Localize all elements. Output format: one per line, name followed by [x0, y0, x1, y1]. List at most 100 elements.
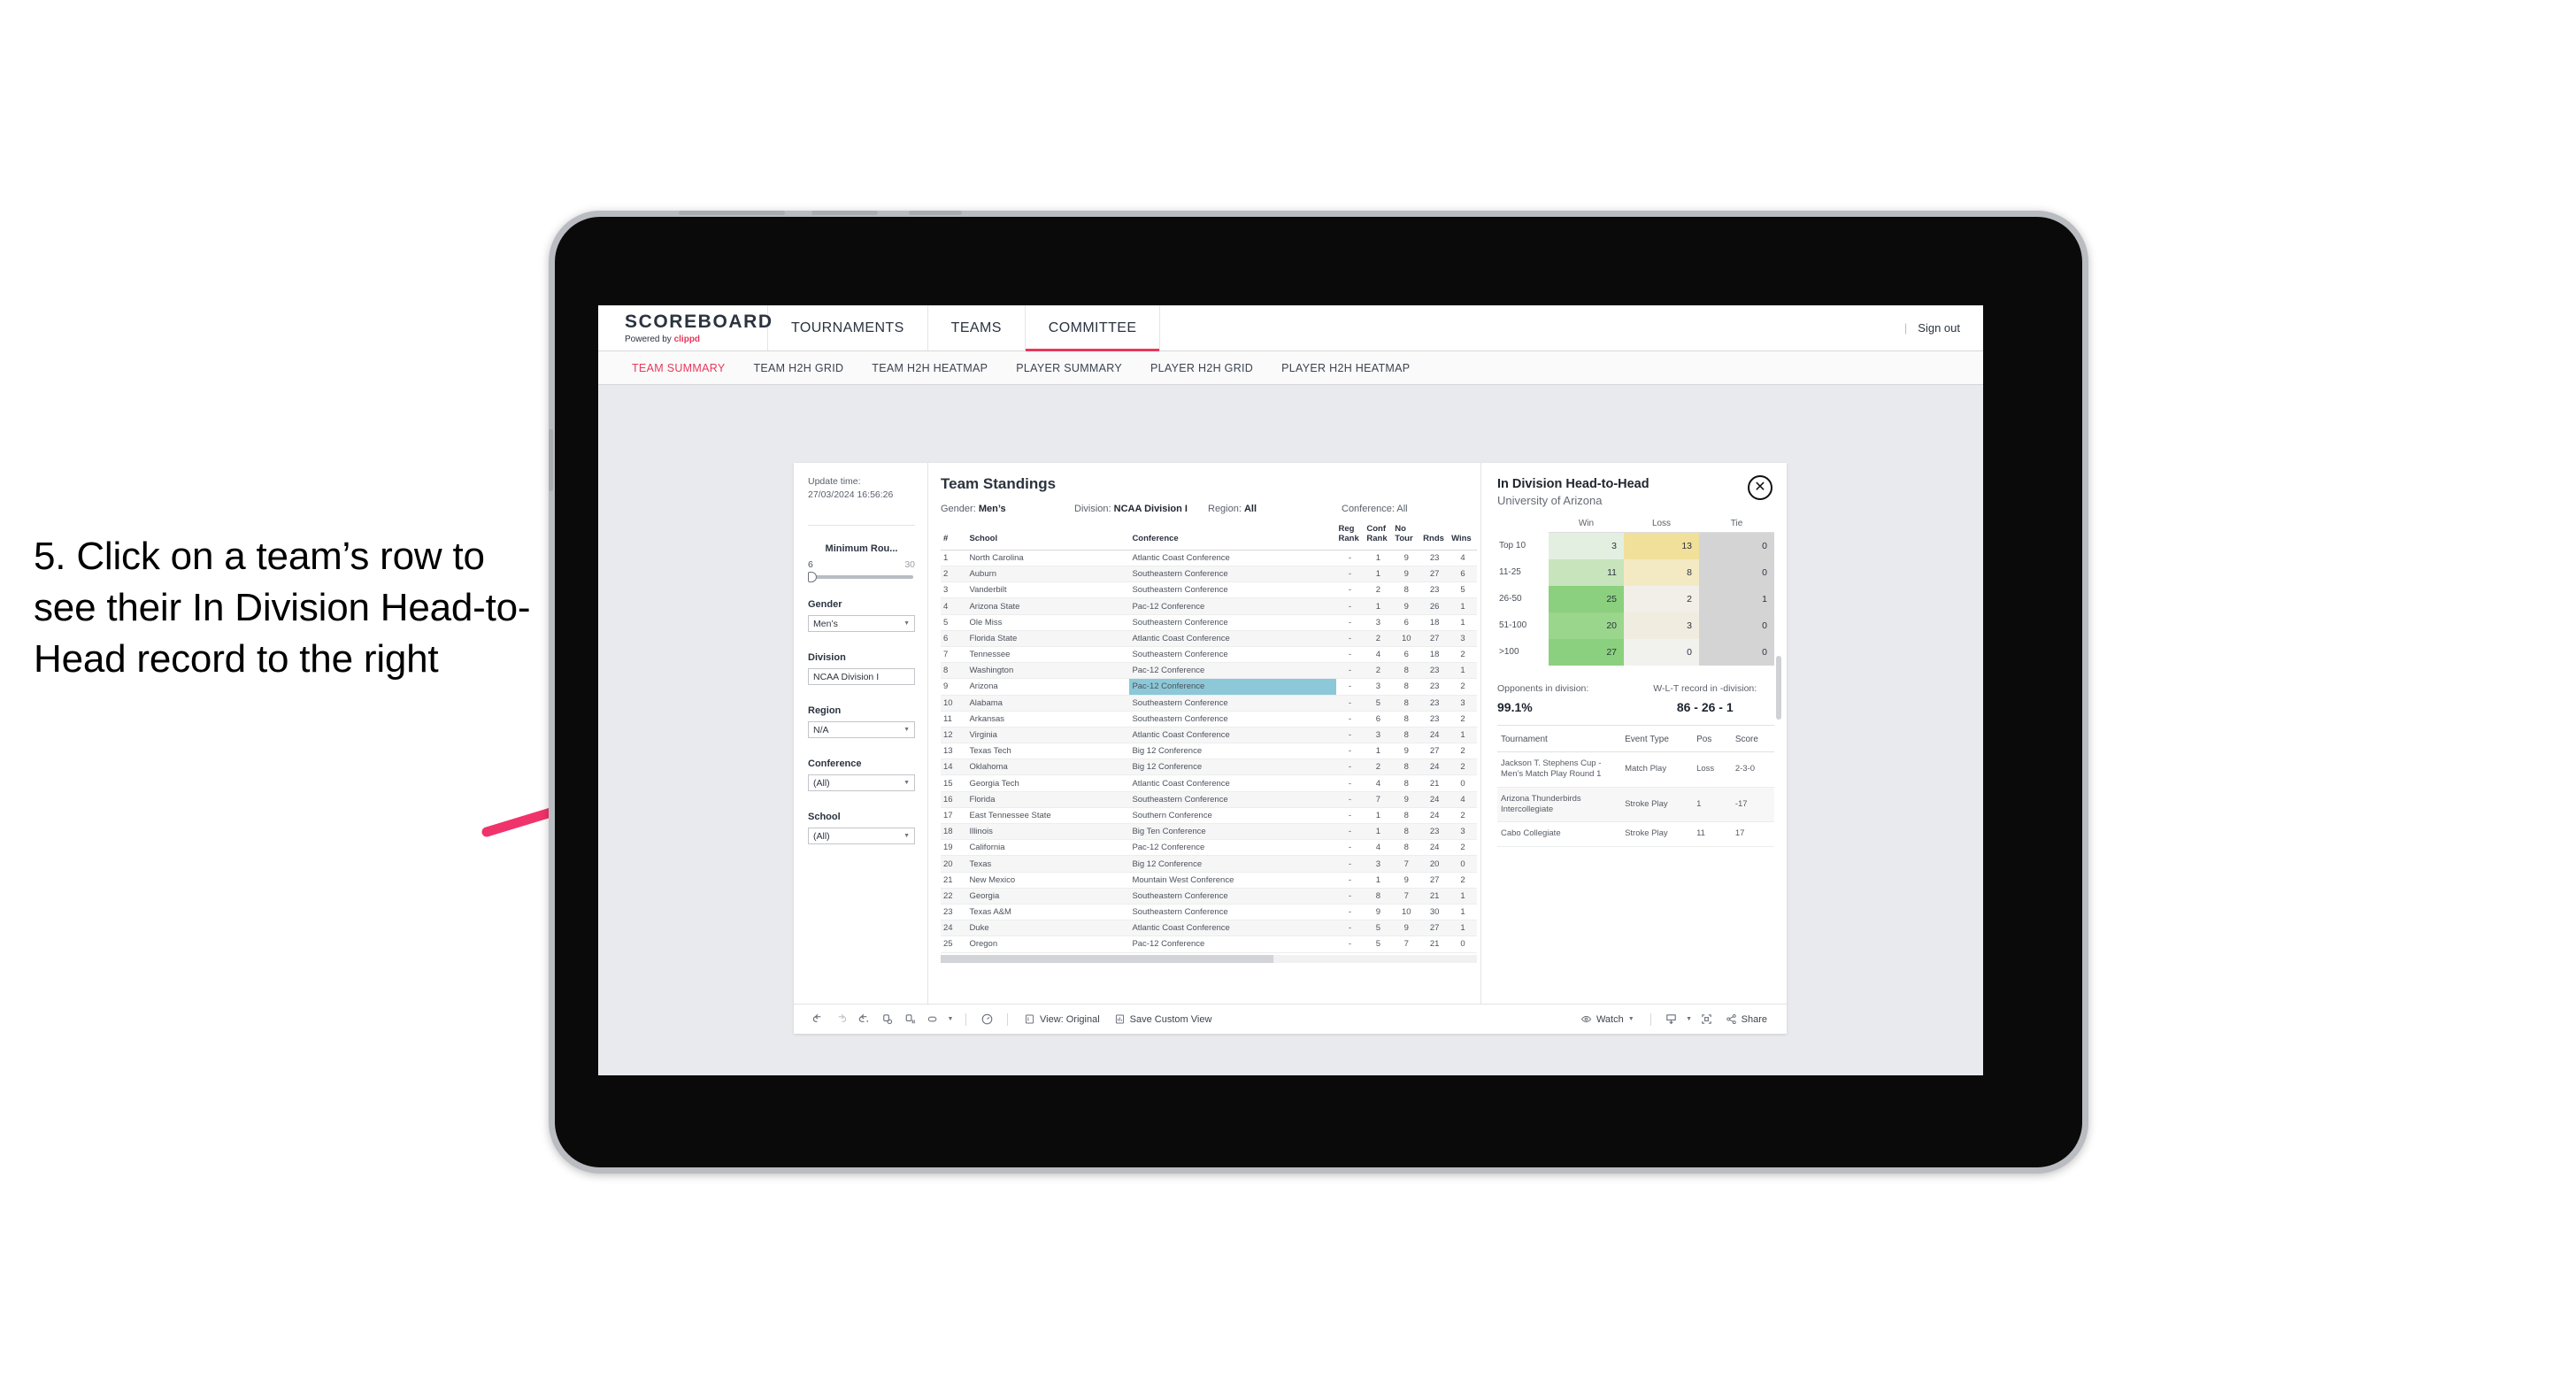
slider-handle[interactable] — [808, 572, 817, 583]
heatmap-cell-loss[interactable]: 0 — [1624, 638, 1699, 666]
subnav-player-h2h-heatmap[interactable]: PLAYER H2H HEATMAP — [1267, 362, 1424, 374]
heatmap-cell-tie[interactable]: 0 — [1699, 612, 1774, 639]
col-wins[interactable]: Wins — [1449, 523, 1477, 551]
undo-icon[interactable] — [806, 1008, 829, 1031]
cell-conf-rank: 4 — [1364, 839, 1393, 857]
heatmap-cell-win[interactable]: 11 — [1549, 558, 1624, 586]
heatmap-cell-tie[interactable]: 0 — [1699, 558, 1774, 586]
refresh-data-icon[interactable] — [875, 1008, 898, 1031]
tournament-row[interactable]: Cabo Collegiate Stroke Play 11 17 — [1497, 821, 1774, 847]
heatmap-cell-loss[interactable]: 13 — [1624, 532, 1699, 559]
col-school[interactable]: School — [966, 523, 1130, 551]
col-rank[interactable]: # — [941, 523, 967, 551]
table-row[interactable]: 8 Washington Pac-12 Conference -2 8 23 1 — [941, 662, 1477, 680]
nav-item-committee[interactable]: COMMITTEE — [1025, 305, 1161, 351]
subnav-player-h2h-grid[interactable]: PLAYER H2H GRID — [1136, 362, 1267, 374]
pause-updates-icon[interactable] — [898, 1008, 921, 1031]
table-row[interactable]: 6 Florida State Atlantic Coast Conference -… — [941, 630, 1477, 647]
tournament-row[interactable]: Arizona Thunderbirds Intercollegiate Stro… — [1497, 787, 1774, 823]
table-row[interactable]: 18 Illinois Big Ten Conference -1 8 23 3 — [941, 823, 1477, 841]
cell-school: Texas A&M — [966, 904, 1130, 921]
gender-select[interactable]: Men’s ▼ — [808, 615, 915, 633]
scrollbar-thumb[interactable] — [941, 954, 1273, 963]
subnav-player-summary[interactable]: PLAYER SUMMARY — [1002, 362, 1136, 374]
heatmap-cell-win[interactable]: 25 — [1549, 585, 1624, 612]
subnav-team-h2h-heatmap[interactable]: TEAM H2H HEATMAP — [857, 362, 1002, 374]
table-row[interactable]: 23 Texas A&M Southeastern Conference -9 10 30… — [941, 904, 1477, 921]
heatmap-cell-win[interactable]: 27 — [1549, 638, 1624, 666]
table-row[interactable]: 5 Ole Miss Southeastern Conference -3 6 18 1 — [941, 614, 1477, 631]
subnav-team-summary[interactable]: TEAM SUMMARY — [618, 362, 739, 374]
table-row[interactable]: 4 Arizona State Pac-12 Conference -1 9 26 1 — [941, 597, 1477, 615]
region-select[interactable]: N/A ▼ — [808, 721, 915, 739]
brand-logo[interactable]: SCOREBOARD Powered by clippd — [598, 305, 772, 350]
save-custom-view-button[interactable]: Save Custom View — [1107, 1013, 1219, 1025]
col-conference[interactable]: Conference — [1129, 523, 1336, 551]
division-select[interactable]: NCAA Division I — [808, 668, 915, 686]
table-row[interactable]: 22 Georgia Southeastern Conference -8 7 21 1 — [941, 888, 1477, 905]
table-row[interactable]: 10 Alabama Southeastern Conference -5 8 23 3 — [941, 695, 1477, 712]
vertical-scrollbar[interactable] — [1776, 656, 1781, 720]
close-icon[interactable]: ✕ — [1748, 475, 1772, 500]
table-row[interactable]: 17 East Tennessee State Southern Conferenc… — [941, 807, 1477, 825]
table-row[interactable]: 19 California Pac-12 Conference -4 8 24 2 — [941, 839, 1477, 857]
table-row[interactable]: 9 Arizona Pac-12 Conference -3 8 23 2 — [941, 678, 1477, 696]
col-reg-rank[interactable]: Reg Rank — [1335, 523, 1365, 551]
conference-select[interactable]: (All) ▼ — [808, 774, 915, 792]
cell-no-tour: 8 — [1392, 774, 1421, 792]
heatmap-cell-tie[interactable]: 1 — [1699, 585, 1774, 612]
cell-pos: 11 — [1693, 821, 1732, 847]
device-preview-icon[interactable] — [975, 1008, 998, 1031]
redo-icon[interactable] — [829, 1008, 852, 1031]
highlight-icon[interactable] — [921, 1008, 944, 1031]
heatmap-cell-loss[interactable]: 2 — [1624, 585, 1699, 612]
revert-icon[interactable] — [852, 1008, 875, 1031]
heatmap-cell-tie[interactable]: 0 — [1699, 638, 1774, 666]
cell-conf-rank: 2 — [1364, 581, 1393, 599]
cell-wins: 2 — [1449, 678, 1477, 696]
table-row[interactable]: 13 Texas Tech Big 12 Conference -1 9 27 2 — [941, 743, 1477, 760]
col-tournament: Tournament — [1497, 725, 1622, 752]
heatmap-cell-win[interactable]: 3 — [1549, 532, 1624, 559]
tournament-row[interactable]: Jackson T. Stephens Cup - Men’s Match Pl… — [1497, 751, 1774, 788]
heatmap-cell-win[interactable]: 20 — [1549, 612, 1624, 639]
watch-button[interactable]: Watch ▼ — [1573, 1013, 1642, 1025]
download-dropdown-caret-icon[interactable]: ▼ — [1683, 1008, 1696, 1031]
table-row[interactable]: 3 Vanderbilt Southeastern Conference -2 8 23 5 — [941, 581, 1477, 599]
cell-rank: 5 — [941, 614, 967, 631]
heatmap-cell-loss[interactable]: 3 — [1624, 612, 1699, 639]
table-row[interactable]: 11 Arkansas Southeastern Conference -6 8 23 2 — [941, 711, 1477, 728]
school-select[interactable]: (All) ▼ — [808, 828, 915, 845]
cell-reg-rank: - — [1335, 839, 1365, 857]
highlight-dropdown-caret-icon[interactable]: ▼ — [944, 1008, 957, 1031]
col-rnds[interactable]: Rnds — [1420, 523, 1449, 551]
chevron-down-icon: ▼ — [904, 727, 910, 734]
download-icon[interactable] — [1660, 1008, 1683, 1031]
table-row[interactable]: 16 Florida Southeastern Conference -7 9 24 4 — [941, 791, 1477, 808]
horizontal-scrollbar[interactable] — [941, 954, 1477, 963]
view-original-button[interactable]: View: Original — [1017, 1013, 1107, 1025]
heatmap-cell-tie[interactable]: 0 — [1699, 532, 1774, 559]
share-button[interactable]: Share — [1719, 1013, 1774, 1025]
sign-out-link[interactable]: Sign out — [1918, 321, 1960, 335]
cell-conference: Big 12 Conference — [1129, 758, 1336, 776]
table-row[interactable]: 15 Georgia Tech Atlantic Coast Conference -… — [941, 774, 1477, 792]
minimum-rounds-slider[interactable] — [808, 572, 913, 583]
table-row[interactable]: 20 Texas Big 12 Conference -3 7 20 0 — [941, 855, 1477, 873]
table-row[interactable]: 1 North Carolina Atlantic Coast Conference… — [941, 550, 1477, 567]
share-icon — [1726, 1013, 1736, 1025]
nav-item-teams[interactable]: TEAMS — [928, 305, 1026, 350]
table-row[interactable]: 25 Oregon Pac-12 Conference -5 7 21 0 — [941, 936, 1477, 953]
table-row[interactable]: 14 Oklahoma Big 12 Conference -2 8 24 2 — [941, 758, 1477, 776]
heatmap-cell-loss[interactable]: 8 — [1624, 558, 1699, 586]
table-row[interactable]: 2 Auburn Southeastern Conference -1 9 27 6 — [941, 566, 1477, 583]
table-row[interactable]: 24 Duke Atlantic Coast Conference -5 9 27 1 — [941, 920, 1477, 937]
table-row[interactable]: 12 Virginia Atlantic Coast Conference -3 8 24… — [941, 727, 1477, 744]
col-conf-rank[interactable]: Conf Rank — [1364, 523, 1393, 551]
table-row[interactable]: 21 New Mexico Mountain West Conference -1 9 2… — [941, 872, 1477, 889]
nav-item-tournaments[interactable]: TOURNAMENTS — [768, 305, 928, 350]
fullscreen-icon[interactable] — [1696, 1008, 1719, 1031]
subnav-team-h2h-grid[interactable]: TEAM H2H GRID — [739, 362, 857, 374]
col-no-tour[interactable]: No Tour — [1392, 523, 1421, 551]
table-row[interactable]: 7 Tennessee Southeastern Conference -4 6 18 2 — [941, 646, 1477, 664]
